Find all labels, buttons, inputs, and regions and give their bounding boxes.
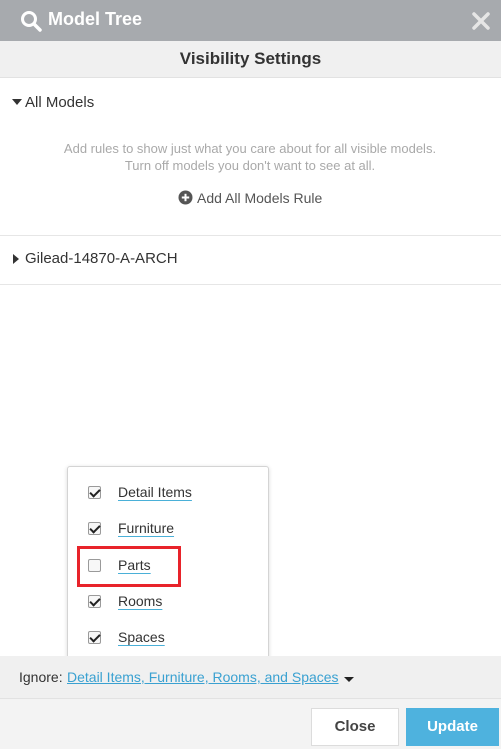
option-label: Detail Items [118, 484, 192, 500]
model-section: Gilead-14870-A-ARCH [0, 236, 501, 285]
update-button[interactable]: Update [406, 708, 499, 746]
close-icon[interactable] [472, 12, 490, 30]
option-spaces[interactable]: Spaces [88, 628, 258, 648]
option-furniture[interactable]: Furniture [88, 519, 258, 539]
footer: Close Update [0, 698, 501, 749]
ignore-dropdown-menu: Detail Items Furniture Parts Rooms Space… [67, 466, 269, 663]
add-rule-label: Add All Models Rule [197, 190, 323, 206]
checkbox-detail-items[interactable] [88, 486, 101, 499]
close-button[interactable]: Close [311, 708, 399, 746]
panel-heading: Visibility Settings [179, 49, 322, 68]
caret-right-icon[interactable] [13, 254, 19, 264]
ignore-label: Ignore: [19, 669, 63, 685]
checkbox-spaces[interactable] [88, 631, 101, 644]
model-toggle[interactable]: Gilead-14870-A-ARCH [25, 250, 178, 267]
option-detail-items[interactable]: Detail Items [88, 483, 258, 503]
option-label: Furniture [118, 520, 175, 536]
checkbox-rooms[interactable] [88, 595, 101, 608]
help-text: Add rules to show just what you care abo… [63, 141, 437, 173]
highlight-box [77, 546, 181, 587]
add-all-models-rule-button[interactable]: Add All Models Rule [178, 190, 322, 206]
caret-down-icon[interactable] [12, 99, 22, 105]
title-bar: Model Tree [0, 0, 501, 41]
search-icon [21, 11, 42, 32]
option-label: Rooms [118, 593, 163, 609]
all-models-toggle[interactable]: All Models [25, 94, 94, 111]
option-label: Spaces [118, 629, 165, 645]
dropdown-caret-icon[interactable] [344, 677, 354, 682]
checkbox-furniture[interactable] [88, 522, 101, 535]
plus-circle-icon [178, 190, 193, 205]
ignore-dropdown-link[interactable]: Detail Items, Furniture, Rooms, and Spac… [67, 669, 339, 685]
window-title: Model Tree [48, 9, 143, 29]
option-rooms[interactable]: Rooms [88, 592, 258, 612]
ignore-bar: Ignore: Detail Items, Furniture, Rooms, … [0, 656, 501, 698]
all-models-section: All Models Add rules to show just what y… [0, 78, 501, 236]
panel-header: Visibility Settings [0, 41, 501, 78]
